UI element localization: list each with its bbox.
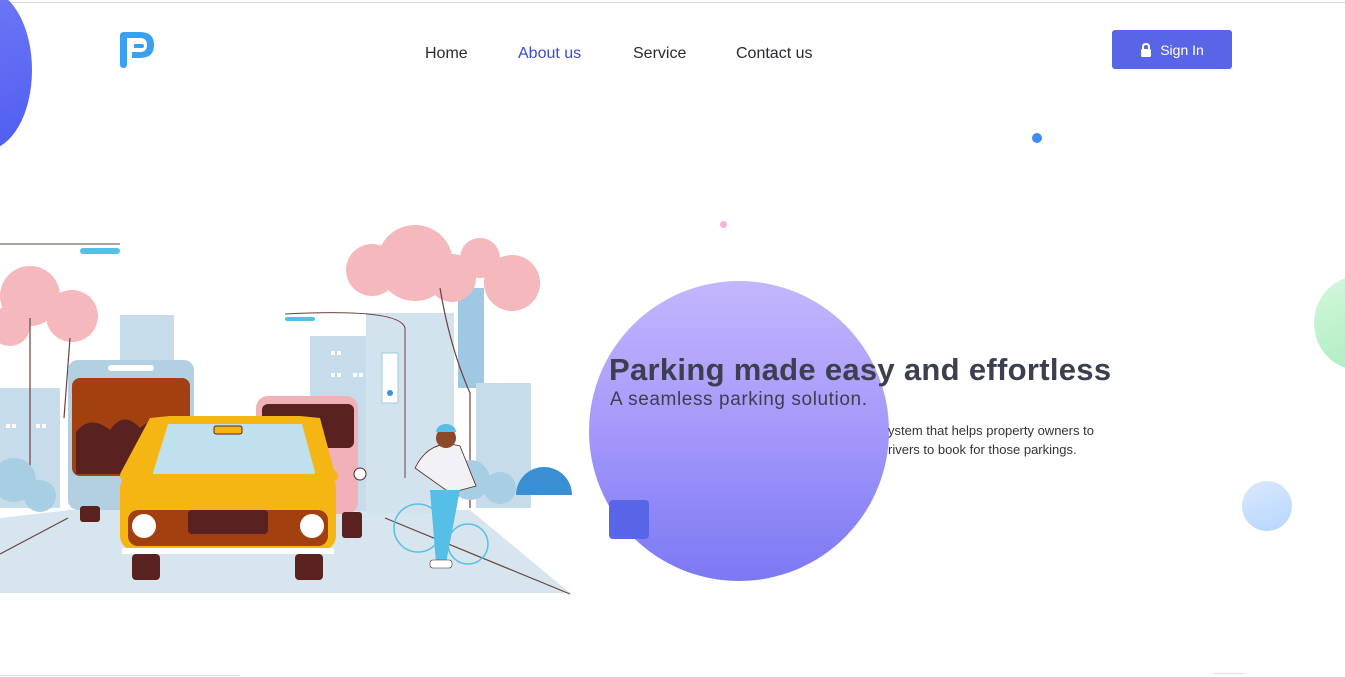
top-border bbox=[0, 2, 1345, 3]
decorative-blob-left bbox=[0, 0, 32, 150]
decorative-blob-green bbox=[1314, 276, 1345, 370]
sign-in-label: Sign In bbox=[1160, 41, 1204, 58]
city-traffic-illustration bbox=[0, 225, 572, 595]
lock-icon bbox=[1141, 42, 1152, 57]
hero-description: ystem that helps property owners to rive… bbox=[820, 421, 1140, 459]
hero-title: Parking made easy and effortless bbox=[609, 352, 1112, 387]
hero-subtitle: A seamless parking solution. bbox=[610, 389, 868, 410]
divider-right bbox=[1213, 673, 1245, 674]
nav-home[interactable]: Home bbox=[425, 45, 468, 63]
nav-service[interactable]: Service bbox=[633, 45, 686, 63]
p-logo-icon[interactable] bbox=[116, 28, 160, 70]
get-started-button[interactable] bbox=[609, 500, 649, 539]
hero-description-line-1: ystem that helps property owners to bbox=[888, 423, 1094, 438]
divider-left bbox=[0, 675, 240, 676]
decorative-dot-blue bbox=[1032, 133, 1042, 143]
hero-description-line-2: rivers to book for those parkings. bbox=[888, 442, 1077, 457]
sign-in-button[interactable]: Sign In bbox=[1112, 30, 1232, 69]
nav-about-us[interactable]: About us bbox=[518, 45, 581, 63]
decorative-dot-pink bbox=[720, 221, 727, 228]
decorative-bubble-light-blue bbox=[1242, 481, 1292, 531]
nav-contact-us[interactable]: Contact us bbox=[736, 45, 812, 63]
